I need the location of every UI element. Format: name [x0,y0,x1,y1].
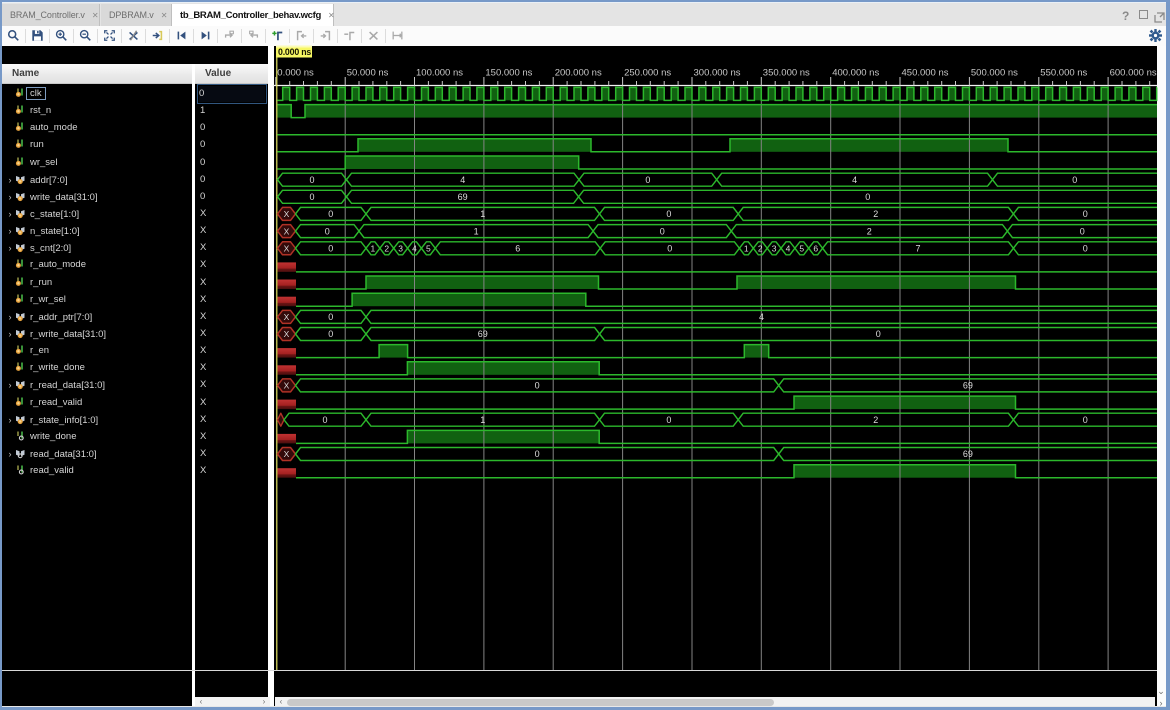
svg-text:2: 2 [873,415,878,425]
svg-text:2: 2 [384,243,389,253]
svg-text:500.000 ns: 500.000 ns [971,68,1018,79]
svg-text:7: 7 [915,243,920,253]
svg-text:100.000 ns: 100.000 ns [416,68,463,79]
svg-text:0: 0 [645,175,650,185]
svg-text:1: 1 [371,243,376,253]
svg-text:X: X [284,312,290,322]
svg-text:0: 0 [309,175,314,185]
svg-text:300.000 ns: 300.000 ns [694,68,741,79]
svg-text:X: X [284,243,290,253]
svg-text:0: 0 [1083,243,1088,253]
svg-text:250.000 ns: 250.000 ns [624,68,671,79]
svg-text:0: 0 [667,243,672,253]
svg-text:150.000 ns: 150.000 ns [485,68,532,79]
svg-text:0: 0 [328,243,333,253]
svg-text:200.000 ns: 200.000 ns [555,68,602,79]
svg-text:1: 1 [744,243,749,253]
svg-text:50.000 ns: 50.000 ns [347,68,389,79]
svg-text:0: 0 [535,449,540,459]
svg-text:6: 6 [813,243,818,253]
svg-text:69: 69 [458,192,468,202]
svg-text:0: 0 [666,209,671,219]
svg-text:0: 0 [660,226,665,236]
svg-text:0: 0 [328,329,333,339]
svg-text:0: 0 [1083,209,1088,219]
svg-text:69: 69 [963,449,973,459]
svg-text:1: 1 [474,226,479,236]
svg-text:1: 1 [480,415,485,425]
svg-text:0: 0 [865,192,870,202]
svg-text:2: 2 [758,243,763,253]
svg-text:0: 0 [1083,415,1088,425]
svg-text:69: 69 [963,381,973,391]
svg-text:0: 0 [328,209,333,219]
svg-text:350.000 ns: 350.000 ns [763,68,810,79]
svg-text:3: 3 [398,243,403,253]
svg-text:X: X [284,226,290,236]
svg-text:4: 4 [852,175,857,185]
svg-text:69: 69 [478,329,488,339]
svg-text:0: 0 [322,415,327,425]
svg-text:X: X [284,381,290,391]
svg-text:4: 4 [460,175,465,185]
svg-text:4: 4 [759,312,764,322]
svg-text:6: 6 [515,243,520,253]
svg-text:0: 0 [328,312,333,322]
svg-text:2: 2 [867,226,872,236]
svg-text:0: 0 [309,192,314,202]
svg-text:0: 0 [1080,226,1085,236]
svg-text:0: 0 [1072,175,1077,185]
svg-text:0.000 ns: 0.000 ns [277,68,314,79]
svg-text:4: 4 [412,243,417,253]
svg-text:450.000 ns: 450.000 ns [902,68,949,79]
svg-text:X: X [284,449,290,459]
svg-text:4: 4 [786,243,791,253]
svg-text:0: 0 [325,226,330,236]
svg-text:5: 5 [426,243,431,253]
svg-text:2: 2 [873,209,878,219]
svg-text:3: 3 [772,243,777,253]
svg-text:1: 1 [480,209,485,219]
svg-text:0: 0 [666,415,671,425]
svg-text:550.000 ns: 550.000 ns [1040,68,1087,79]
svg-text:X: X [284,329,290,339]
svg-text:X: X [284,209,290,219]
svg-text:5: 5 [799,243,804,253]
svg-text:0: 0 [535,381,540,391]
svg-text:600.000 ns: 600.000 ns [1110,68,1157,79]
svg-text:0.000 ns: 0.000 ns [278,47,311,57]
svg-text:0: 0 [876,329,881,339]
svg-text:400.000 ns: 400.000 ns [832,68,879,79]
